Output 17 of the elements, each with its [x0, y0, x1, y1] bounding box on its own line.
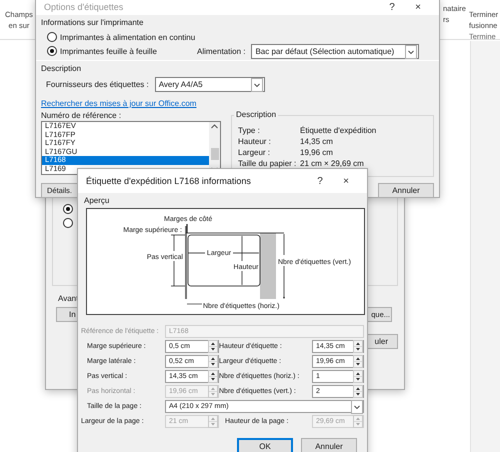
section-label: Aperçu: [83, 195, 110, 207]
description-value: 14,35 cm: [300, 137, 334, 146]
field-label: Alimentation :: [197, 46, 246, 56]
description-label: Type :: [238, 126, 261, 135]
description-label: Largeur :: [238, 148, 272, 157]
section-label: Description: [41, 64, 82, 73]
group-label: Description: [234, 110, 278, 119]
description-value: 19,96 cm: [300, 148, 334, 157]
description-label: Taille du papier :: [238, 159, 298, 168]
description-value: 21 cm × 29,69 cm: [300, 159, 365, 168]
description-value: Étiquette d'expédition: [300, 126, 378, 135]
description-label: Hauteur :: [238, 137, 272, 146]
field-label: Fournisseurs des étiquettes :: [46, 80, 149, 89]
window-title: Options d'étiquettes: [44, 2, 124, 12]
list-label: Numéro de référence :: [41, 111, 122, 120]
section-label: Informations sur l'imprimante: [41, 18, 144, 27]
window-title: Étiquette d'expédition L7168 informations: [86, 176, 251, 186]
